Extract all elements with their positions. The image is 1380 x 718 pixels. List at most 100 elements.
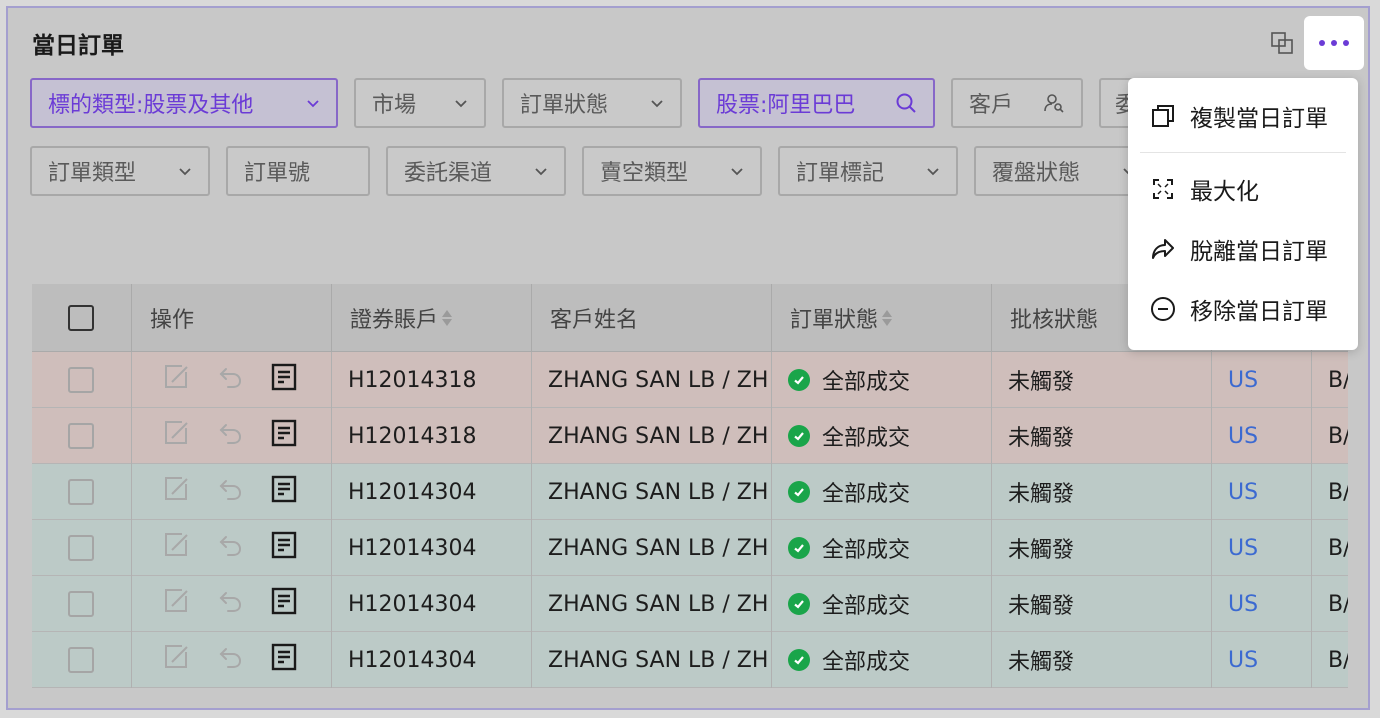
approval-status-cell: 未觸發 xyxy=(992,408,1212,464)
row-select-cell xyxy=(32,408,132,464)
details-icon[interactable] xyxy=(270,643,298,677)
menu-item-copy[interactable]: 複製當日訂單 xyxy=(1128,88,1358,144)
details-icon[interactable] xyxy=(270,587,298,621)
table-row[interactable]: H12014318ZHANG SAN LB / ZH 全部成交 未觸發USB/ xyxy=(32,408,1348,464)
undo-icon[interactable] xyxy=(216,363,244,397)
market-link[interactable]: US xyxy=(1212,408,1312,464)
account-cell: H12014318 xyxy=(332,352,532,408)
market-link[interactable]: US xyxy=(1212,352,1312,408)
menu-item-remove-label: 移除當日訂單 xyxy=(1190,299,1328,325)
order-status-cell: 全部成交 xyxy=(772,408,992,464)
approval-status-cell: 未觸發 xyxy=(992,576,1212,632)
row-checkbox[interactable] xyxy=(68,367,94,393)
undo-icon[interactable] xyxy=(216,587,244,621)
approval-status-cell: 未觸發 xyxy=(992,520,1212,576)
more-options-button[interactable] xyxy=(1304,16,1364,70)
panel-title: 當日訂單 xyxy=(32,33,124,59)
side-cell: B/ xyxy=(1312,408,1348,464)
menu-item-detach-label: 脫離當日訂單 xyxy=(1190,239,1328,265)
channel-filter[interactable]: 委託渠道 xyxy=(386,146,566,196)
edit-icon[interactable] xyxy=(162,475,190,509)
details-icon[interactable] xyxy=(270,475,298,509)
undo-icon[interactable] xyxy=(216,531,244,565)
row-checkbox[interactable] xyxy=(68,535,94,561)
order-status-cell: 全部成交 xyxy=(772,464,992,520)
row-checkbox[interactable] xyxy=(68,423,94,449)
check-circle-icon xyxy=(788,537,810,559)
select-all-checkbox[interactable] xyxy=(68,305,94,331)
approval-status-cell: 未觸發 xyxy=(992,464,1212,520)
row-checkbox[interactable] xyxy=(68,479,94,505)
check-circle-icon xyxy=(788,425,810,447)
menu-item-remove[interactable]: 移除當日訂單 xyxy=(1128,281,1358,337)
table-row[interactable]: H12014304ZHANG SAN LB / ZH 全部成交 未觸發USB/ xyxy=(32,520,1348,576)
select-all-cell xyxy=(32,284,132,352)
chevron-down-icon xyxy=(454,96,468,110)
col-account[interactable]: 證券賬戶 xyxy=(332,284,532,352)
channel-label: 委託渠道 xyxy=(404,161,493,186)
table-row[interactable]: H12014304ZHANG SAN LB / ZH 全部成交 未觸發USB/ xyxy=(32,464,1348,520)
row-actions xyxy=(132,520,332,576)
undo-icon[interactable] xyxy=(216,643,244,677)
client-name-cell: ZHANG SAN LB / ZH xyxy=(532,408,772,464)
row-select-cell xyxy=(32,576,132,632)
edit-icon[interactable] xyxy=(162,531,190,565)
market-link[interactable]: US xyxy=(1212,632,1312,688)
short-type-label: 賣空類型 xyxy=(600,161,689,186)
instrument-type-filter[interactable]: 標的類型:股票及其他 xyxy=(30,78,338,128)
row-checkbox[interactable] xyxy=(68,647,94,673)
stock-search-filter[interactable]: 股票:阿里巴巴 xyxy=(698,78,935,128)
account-cell: H12014304 xyxy=(332,576,532,632)
col-actions: 操作 xyxy=(132,284,332,352)
order-status-text: 全部成交 xyxy=(822,538,911,563)
menu-item-detach[interactable]: 脫離當日訂單 xyxy=(1128,221,1358,277)
order-status-text: 全部成交 xyxy=(822,482,911,507)
chevron-down-icon xyxy=(926,164,940,178)
edit-icon[interactable] xyxy=(162,363,190,397)
col-order-status[interactable]: 訂單狀態 xyxy=(772,284,992,352)
table-row[interactable]: H12014304ZHANG SAN LB / ZH 全部成交 未觸發USB/ xyxy=(32,576,1348,632)
undo-icon[interactable] xyxy=(216,475,244,509)
edit-icon[interactable] xyxy=(162,643,190,677)
order-status-cell: 全部成交 xyxy=(772,576,992,632)
chevron-down-icon xyxy=(534,164,548,178)
client-filter[interactable]: 客戶 xyxy=(951,78,1083,128)
menu-item-copy-label: 複製當日訂單 xyxy=(1190,106,1328,132)
order-status-text: 全部成交 xyxy=(822,594,911,619)
order-number-input[interactable]: 訂單號 xyxy=(226,146,370,196)
order-type-filter[interactable]: 訂單類型 xyxy=(30,146,210,196)
col-order-status-label: 訂單狀態 xyxy=(790,308,879,333)
row-select-cell xyxy=(32,632,132,688)
table-row[interactable]: H12014304ZHANG SAN LB / ZH 全部成交 未觸發USB/ xyxy=(32,632,1348,688)
details-icon[interactable] xyxy=(270,419,298,453)
user-search-icon xyxy=(1043,92,1065,114)
edit-icon[interactable] xyxy=(162,587,190,621)
details-icon[interactable] xyxy=(270,363,298,397)
cover-status-filter[interactable]: 覆盤狀態 xyxy=(974,146,1154,196)
table-row[interactable]: H12014318ZHANG SAN LB / ZH 全部成交 未觸發USB/ xyxy=(32,352,1348,408)
undo-icon[interactable] xyxy=(216,419,244,453)
market-link[interactable]: US xyxy=(1212,576,1312,632)
more-dots-icon xyxy=(1319,40,1349,46)
order-status-cell: 全部成交 xyxy=(772,352,992,408)
maximize-icon xyxy=(1148,174,1178,204)
row-actions xyxy=(132,576,332,632)
chevron-down-icon xyxy=(178,164,192,178)
short-type-filter[interactable]: 賣空類型 xyxy=(582,146,762,196)
chevron-down-icon xyxy=(306,96,320,110)
order-tag-filter[interactable]: 訂單標記 xyxy=(778,146,958,196)
market-filter[interactable]: 市場 xyxy=(354,78,486,128)
check-circle-icon xyxy=(788,369,810,391)
row-actions xyxy=(132,632,332,688)
copy-window-button[interactable] xyxy=(1265,26,1299,60)
details-icon[interactable] xyxy=(270,531,298,565)
client-name-cell: ZHANG SAN LB / ZH xyxy=(532,464,772,520)
menu-item-maximize[interactable]: 最大化 xyxy=(1128,161,1358,217)
order-status-filter[interactable]: 訂單狀態 xyxy=(502,78,682,128)
row-checkbox[interactable] xyxy=(68,591,94,617)
menu-item-maximize-label: 最大化 xyxy=(1190,179,1259,205)
more-options-menu: 複製當日訂單 最大化 脫離當日訂單 移除當日訂單 xyxy=(1128,78,1358,350)
market-link[interactable]: US xyxy=(1212,464,1312,520)
edit-icon[interactable] xyxy=(162,419,190,453)
market-link[interactable]: US xyxy=(1212,520,1312,576)
